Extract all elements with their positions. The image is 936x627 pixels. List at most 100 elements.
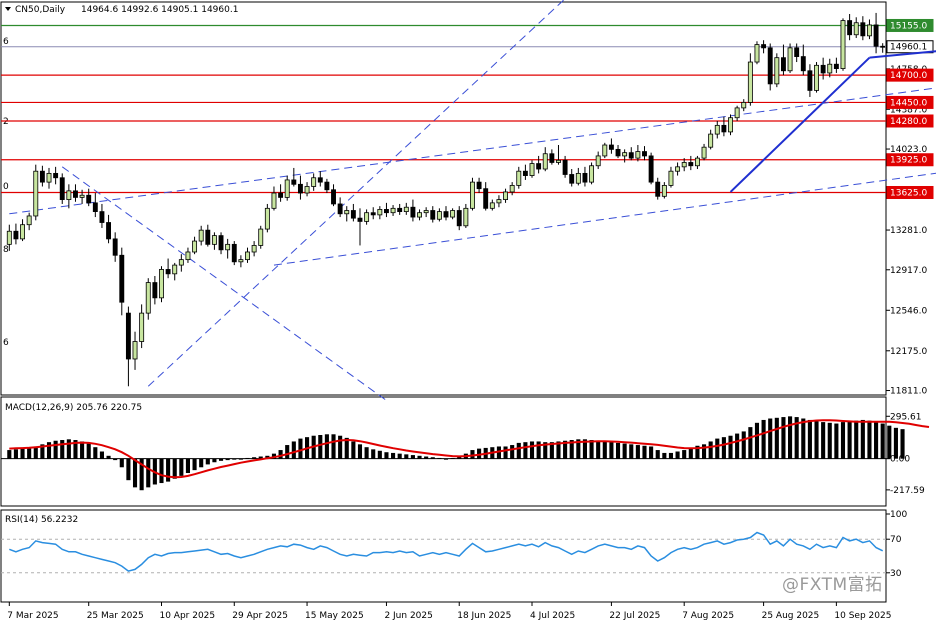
candle xyxy=(125,306,131,387)
macd-histogram-bar xyxy=(225,458,230,461)
macd-histogram-bar xyxy=(166,458,171,482)
candle xyxy=(172,262,178,281)
rsi-line xyxy=(9,531,884,572)
x-axis-label: 7 Aug 2025 xyxy=(682,611,734,621)
candle xyxy=(463,203,469,228)
candle xyxy=(364,209,370,225)
rsi-axis-label: 70 xyxy=(890,535,902,545)
candle xyxy=(536,155,542,174)
macd-histogram-bar xyxy=(768,418,773,459)
candle xyxy=(780,44,786,76)
bear-candle-body xyxy=(536,163,542,170)
candle xyxy=(258,225,264,249)
macd-histogram-bar xyxy=(13,449,18,459)
bear-candle-body xyxy=(39,170,45,183)
macd-histogram-bar xyxy=(218,458,224,461)
price-axis-label: 12917.0 xyxy=(890,266,927,276)
left-edge-label: 8 xyxy=(3,245,9,255)
bull-candle-body xyxy=(304,186,310,194)
bear-candle-body xyxy=(608,144,614,150)
macd-histogram-bar xyxy=(377,450,382,459)
macd-histogram-bar xyxy=(119,458,124,468)
macd-panel-frame xyxy=(0,396,887,507)
candle xyxy=(827,58,833,78)
macd-histogram-bar xyxy=(807,419,812,459)
bull-candle-body xyxy=(271,192,277,209)
candle xyxy=(112,232,118,262)
bear-candle-body xyxy=(165,269,171,275)
candle xyxy=(655,177,661,200)
candle xyxy=(92,193,98,218)
bull-candle-body xyxy=(853,22,859,36)
bull-candle-body xyxy=(635,151,641,159)
candle xyxy=(853,17,859,39)
macd-histogram-bar xyxy=(410,455,415,459)
candle xyxy=(59,173,65,204)
level-tag-text-14280.0: 14280.0 xyxy=(890,117,927,127)
bull-candle-body xyxy=(787,47,793,72)
bear-candle-body xyxy=(331,189,336,205)
candle xyxy=(721,116,727,137)
bull-candle-body xyxy=(344,210,350,215)
candle xyxy=(132,331,138,370)
bull-candle-body xyxy=(516,170,522,186)
macd-histogram-bar xyxy=(443,458,449,460)
candle xyxy=(291,167,297,187)
chart-ohlc-readout: 14964.6 14992.6 14905.1 14960.1 xyxy=(81,5,238,15)
macd-histogram-bar xyxy=(642,445,647,459)
bear-candle-body xyxy=(218,235,224,251)
candle xyxy=(410,199,416,222)
candle xyxy=(602,142,608,159)
candle xyxy=(53,166,59,185)
candle xyxy=(331,184,336,207)
rsi-title: RSI(14) 56.2232 xyxy=(5,515,78,525)
macd-histogram-bar xyxy=(893,427,898,459)
bull-candle-body xyxy=(470,181,475,209)
candle xyxy=(694,155,700,170)
candle xyxy=(383,202,389,218)
candle xyxy=(668,166,674,188)
bull-candle-body xyxy=(556,159,561,163)
left-edge-label: 6 xyxy=(3,338,9,348)
candle xyxy=(635,145,641,162)
bull-candle-body xyxy=(311,177,317,187)
bull-candle-body xyxy=(364,212,370,222)
macd-histogram-bar xyxy=(185,458,191,474)
bear-candle-body xyxy=(324,181,330,191)
candle xyxy=(648,152,654,185)
bull-candle-body xyxy=(575,172,581,184)
x-axis-label: 15 May 2025 xyxy=(305,611,364,621)
x-axis-label: 25 Aug 2025 xyxy=(762,611,820,621)
bull-candle-body xyxy=(542,153,548,170)
candle xyxy=(205,224,211,247)
macd-histogram-bar xyxy=(596,440,601,459)
macd-histogram-bar xyxy=(536,441,541,459)
x-axis-label: 29 Apr 2025 xyxy=(232,611,288,621)
candle xyxy=(701,143,707,161)
candle xyxy=(66,184,72,209)
bull-candle-body xyxy=(450,210,456,218)
bull-candle-body xyxy=(185,251,191,261)
bear-candle-body xyxy=(880,45,886,48)
rsi-panel-frame xyxy=(0,509,887,603)
bull-candle-body xyxy=(264,207,270,230)
bear-candle-body xyxy=(833,63,839,69)
candle xyxy=(529,160,535,178)
macd-histogram-bar xyxy=(655,450,660,459)
candle xyxy=(139,304,145,349)
bull-candle-body xyxy=(814,64,819,91)
bull-candle-body xyxy=(728,117,733,133)
bull-candle-body xyxy=(675,166,681,172)
level-tag-text-14960.1: 14960.1 xyxy=(890,43,927,53)
bull-candle-body xyxy=(192,240,198,253)
macd-histogram-bar xyxy=(814,421,819,459)
candle xyxy=(79,189,85,204)
bull-candle-body xyxy=(178,259,184,266)
candle xyxy=(642,146,647,161)
macd-histogram-bar xyxy=(245,457,250,459)
candle xyxy=(470,177,475,211)
macd-histogram-bar xyxy=(754,422,760,459)
bull-candle-body xyxy=(509,184,515,193)
macd-histogram-bar xyxy=(424,456,429,459)
candle xyxy=(159,266,164,303)
